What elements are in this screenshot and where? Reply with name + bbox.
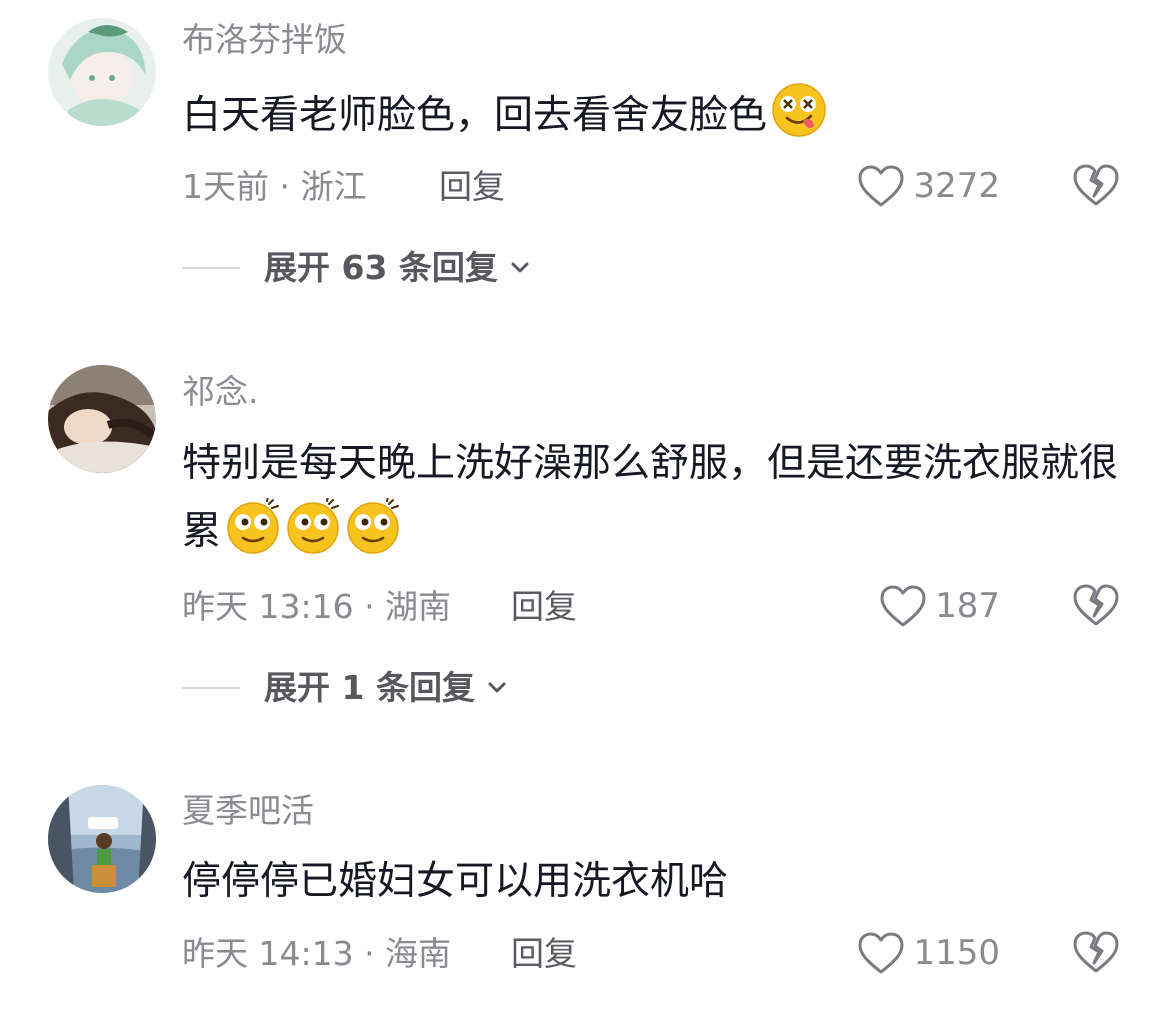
reply-button[interactable]: 回复 xyxy=(439,165,505,209)
expand-replies-button[interactable]: 展开 63 条回复 xyxy=(182,246,534,290)
tired-emoji xyxy=(345,498,401,554)
heart-outline-icon xyxy=(879,584,927,628)
comment-meta: 昨天 14:13 · 海南 回复 xyxy=(182,932,577,976)
comment-text-body: 停停停已婚妇女可以用洗衣机哈 xyxy=(182,859,729,904)
heart-outline-icon xyxy=(857,164,905,208)
dizzy-tongue-emoji xyxy=(771,82,827,138)
dislike-button[interactable] xyxy=(1072,162,1120,210)
expand-replies-label: 展开 1 条回复 xyxy=(264,668,475,707)
comment-meta: 昨天 13:16 · 湖南 回复 xyxy=(182,585,577,629)
avatar[interactable] xyxy=(48,365,156,473)
like-button[interactable]: 1150 xyxy=(857,929,1000,977)
expand-replies-label: 展开 63 条回复 xyxy=(264,248,498,287)
tired-emoji xyxy=(225,498,281,554)
avatar[interactable] xyxy=(48,18,156,126)
comment-meta: 1天前 · 浙江 回复 xyxy=(182,165,505,209)
reply-button[interactable]: 回复 xyxy=(511,932,577,976)
username[interactable]: 夏季吧活 xyxy=(182,791,314,831)
heart-outline-icon xyxy=(857,931,905,975)
like-button[interactable]: 3272 xyxy=(857,162,1000,210)
time-location: 昨天 13:16 · 湖南 xyxy=(182,587,452,626)
time-location: 1天前 · 浙江 xyxy=(182,167,367,206)
divider-line xyxy=(182,267,240,269)
expand-replies-button[interactable]: 展开 1 条回复 xyxy=(182,666,511,710)
reply-button[interactable]: 回复 xyxy=(511,585,577,629)
username[interactable]: 祁念. xyxy=(182,372,259,412)
time-location: 昨天 14:13 · 海南 xyxy=(182,934,452,973)
comment-text: 停停停已婚妇女可以用洗衣机哈 xyxy=(182,848,1122,916)
dislike-button[interactable] xyxy=(1072,582,1120,630)
like-count: 3272 xyxy=(913,166,1000,206)
broken-heart-icon xyxy=(1072,929,1120,975)
like-count: 187 xyxy=(935,586,1000,626)
broken-heart-icon xyxy=(1072,582,1120,628)
avatar[interactable] xyxy=(48,785,156,893)
tired-emoji xyxy=(285,498,341,554)
username[interactable]: 布洛芬拌饭 xyxy=(182,20,347,60)
like-button[interactable]: 187 xyxy=(879,582,1000,630)
comment-text: 白天看老师脸色，回去看舍友脸色 xyxy=(182,82,1122,150)
comment-text-body: 白天看老师脸色，回去看舍友脸色 xyxy=(182,93,768,138)
like-count: 1150 xyxy=(913,933,1000,973)
chevron-down-icon xyxy=(511,262,529,273)
comment-text: 特别是每天晚上洗好澡那么舒服，但是还要洗衣服就很累 xyxy=(182,430,1122,566)
dislike-button[interactable] xyxy=(1072,929,1120,977)
chevron-down-icon xyxy=(488,682,506,693)
broken-heart-icon xyxy=(1072,162,1120,208)
divider-line xyxy=(182,687,240,689)
